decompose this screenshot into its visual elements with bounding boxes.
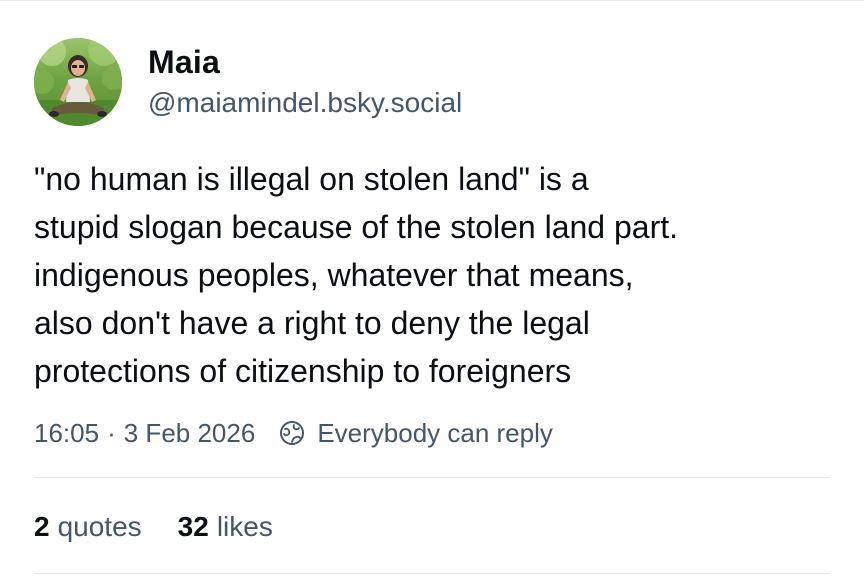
post-text-line: "no human is illegal on stolen land" is …	[34, 161, 589, 197]
quotes-count-button[interactable]: 2 quotes	[34, 511, 142, 543]
post-text-line: indigenous peoples, whatever that means,	[34, 257, 634, 293]
author-names: Maia @maiamindel.bsky.social	[148, 42, 462, 122]
post-stats: 2 quotes 32 likes	[34, 507, 273, 547]
likes-count-button[interactable]: 32 likes	[178, 511, 273, 543]
reply-settings[interactable]: Everybody can reply	[279, 418, 553, 449]
post-time: 16:05	[34, 417, 100, 448]
post-header: Maia @maiamindel.bsky.social	[34, 38, 462, 126]
meta-separator: ·	[107, 417, 116, 448]
likes-label: likes	[216, 511, 273, 542]
avatar-photo	[34, 38, 122, 126]
author-display-name[interactable]: Maia	[148, 42, 462, 82]
quotes-label: quotes	[57, 511, 142, 542]
reply-settings-label: Everybody can reply	[317, 417, 553, 448]
post-date: 3 Feb 2026	[123, 417, 256, 448]
divider	[34, 477, 830, 478]
post-text-line: also don't have a right to deny the lega…	[34, 305, 590, 341]
post-text-line: stupid slogan because of the stolen land…	[34, 209, 678, 245]
author-handle[interactable]: @maiamindel.bsky.social	[148, 84, 462, 122]
globe-icon	[279, 420, 305, 446]
post-text-line: protections of citizenship to foreigners	[34, 353, 572, 389]
top-divider	[0, 0, 864, 1]
avatar[interactable]	[34, 38, 122, 126]
post-meta: 16:05 · 3 Feb 2026 Everybody can reply	[34, 414, 553, 452]
post-text: "no human is illegal on stolen land" is …	[34, 155, 844, 395]
post-thread-item: Maia @maiamindel.bsky.social "no human i…	[0, 0, 864, 577]
likes-count: 32	[177, 511, 209, 542]
quotes-count: 2	[34, 511, 50, 542]
divider	[34, 573, 830, 574]
